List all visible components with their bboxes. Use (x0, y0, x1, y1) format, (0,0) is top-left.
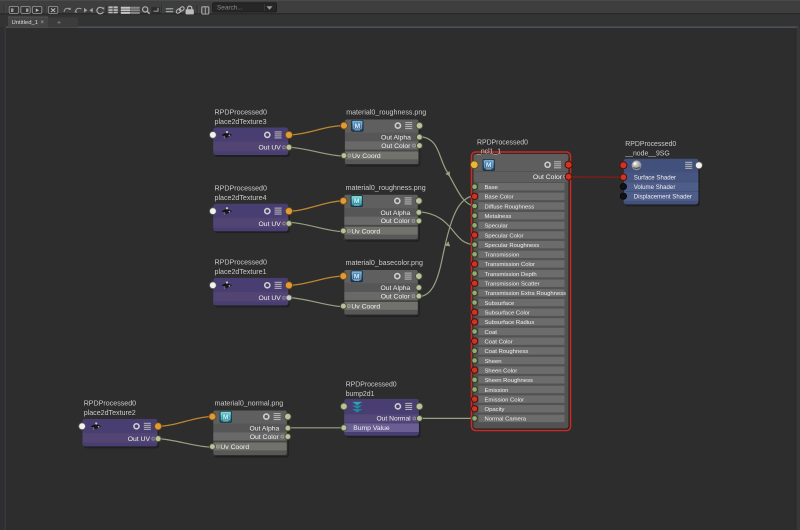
svg-text:Transmission: Transmission (485, 253, 520, 259)
svg-text:Transmission Depth: Transmission Depth (485, 272, 537, 278)
svg-text:RPDProcessed0: RPDProcessed0 (215, 108, 267, 116)
svg-text:Emission Color: Emission Color (485, 397, 525, 403)
svg-text:Sheen Color: Sheen Color (485, 368, 518, 374)
svg-text:Specular Color: Specular Color (485, 233, 524, 239)
svg-text:Out UV: Out UV (259, 295, 282, 302)
svg-text:Out Color: Out Color (533, 174, 563, 181)
svg-text:Out Color: Out Color (381, 293, 411, 300)
svg-text:1: 1 (223, 212, 225, 216)
svg-text:+: + (57, 19, 61, 26)
svg-text:RPDProcessed0: RPDProcessed0 (625, 141, 676, 148)
svg-text:Normal Camera: Normal Camera (485, 417, 527, 423)
svg-text:1: 1 (223, 135, 225, 139)
svg-text:Out UV: Out UV (259, 221, 282, 228)
svg-text:Sheen Roughness: Sheen Roughness (485, 378, 534, 384)
svg-text:×: × (41, 20, 45, 26)
svg-text:Out Alpha: Out Alpha (380, 210, 410, 217)
svg-text:Transmission Color: Transmission Color (485, 262, 536, 268)
svg-text:Coat Roughness: Coat Roughness (485, 349, 529, 355)
svg-text:Specular: Specular (485, 224, 508, 230)
svg-text:Out Alpha: Out Alpha (380, 285, 410, 292)
svg-text:Base Color: Base Color (485, 195, 514, 201)
svg-text:Out Color: Out Color (381, 143, 411, 150)
svg-text:RPDProcessed0: RPDProcessed0 (477, 140, 528, 147)
svg-text:bump2d1: bump2d1 (346, 391, 375, 398)
svg-text:Subsurface Radius: Subsurface Radius (485, 320, 535, 326)
svg-text:Transmission Extra Roughness: Transmission Extra Roughness (485, 291, 567, 297)
svg-text:Base: Base (485, 185, 499, 191)
svg-text:Volume Shader: Volume Shader (634, 184, 676, 191)
svg-text:material0_basecolor.png: material0_basecolor.png (346, 259, 423, 267)
svg-text:Metalness: Metalness (485, 214, 512, 220)
svg-text:M: M (486, 162, 492, 169)
svg-text:Uv Coord: Uv Coord (220, 444, 249, 451)
svg-text:place2dTexture1: place2dTexture1 (215, 268, 267, 276)
svg-text:M: M (354, 198, 360, 205)
svg-text:Out Alpha: Out Alpha (381, 135, 411, 142)
svg-text:material0_roughness.png: material0_roughness.png (346, 109, 426, 117)
svg-text:Out Color: Out Color (250, 434, 280, 441)
svg-text:Out Normal: Out Normal (376, 416, 411, 423)
svg-text:__node__9SG: __node__9SG (624, 150, 669, 157)
svg-text:RPDProcessed0: RPDProcessed0 (215, 259, 267, 267)
svg-text:Bump Value: Bump Value (353, 425, 390, 432)
svg-text:Uv Coord: Uv Coord (351, 304, 380, 311)
svg-text:place2dTexture4: place2dTexture4 (215, 194, 267, 202)
svg-text:Sheen: Sheen (485, 359, 502, 365)
svg-text:Subsurface Color: Subsurface Color (485, 311, 531, 317)
svg-text:Emission: Emission (485, 388, 509, 394)
svg-text:Untitled_1: Untitled_1 (12, 20, 39, 26)
svg-text:RPDProcessed0: RPDProcessed0 (215, 185, 267, 193)
svg-text:1: 1 (223, 286, 225, 290)
svg-text:Uv Coord: Uv Coord (352, 153, 381, 160)
svg-text:Specular Roughness: Specular Roughness (485, 243, 540, 249)
svg-text:Out Alpha: Out Alpha (249, 426, 279, 433)
svg-text:Coat Color: Coat Color (485, 339, 513, 345)
svg-text:RPDProcessed0: RPDProcessed0 (346, 382, 397, 389)
svg-text:Displacement Shader: Displacement Shader (634, 194, 692, 201)
svg-text:M: M (355, 123, 361, 130)
svg-text:M: M (223, 414, 229, 421)
svg-text:place2dTexture2: place2dTexture2 (84, 409, 136, 417)
svg-text:RPDProcessed0: RPDProcessed0 (84, 400, 136, 408)
svg-text:Out UV: Out UV (128, 436, 151, 443)
svg-text:Surface Shader: Surface Shader (634, 175, 676, 182)
svg-text:M: M (354, 273, 360, 280)
svg-text:Coat: Coat (485, 330, 498, 336)
svg-text:Opacity: Opacity (485, 407, 505, 413)
svg-text:Out UV: Out UV (259, 145, 282, 152)
svg-text:place2dTexture3: place2dTexture3 (215, 118, 267, 126)
svg-text:1: 1 (93, 427, 95, 431)
svg-text:Out Color: Out Color (381, 218, 411, 225)
svg-text:Uv Coord: Uv Coord (351, 228, 380, 235)
svg-text:material0_normal.png: material0_normal.png (215, 400, 284, 408)
svg-text:material0_roughness.png: material0_roughness.png (346, 184, 426, 192)
svg-text:Transmission Scatter: Transmission Scatter (485, 282, 540, 288)
svg-text:Subsurface: Subsurface (485, 301, 516, 307)
svg-text:Search...: Search... (217, 5, 243, 12)
svg-text:_ncl1_1: _ncl1_1 (476, 148, 501, 155)
svg-text:Diffuse Roughness: Diffuse Roughness (485, 204, 535, 210)
